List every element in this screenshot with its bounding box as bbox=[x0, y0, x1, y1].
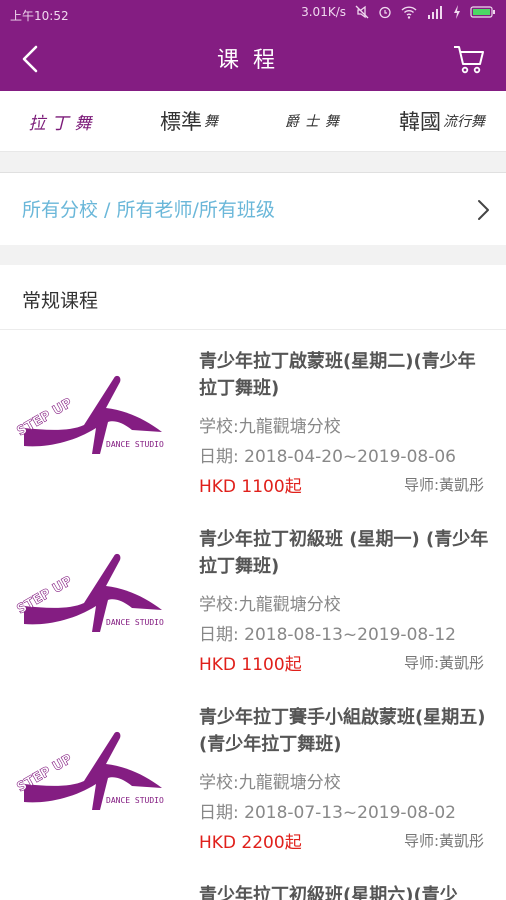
course-card[interactable]: 青少年拉丁初級班(星期六)(青少 bbox=[0, 864, 506, 900]
course-date: 日期: 2018-07-13~2019-08-02 bbox=[199, 803, 456, 823]
page-title: 课程 bbox=[216, 48, 289, 73]
divider-band bbox=[0, 245, 506, 265]
course-teacher: 导师:黃凱彤 bbox=[403, 654, 484, 672]
course-school: 学校:九龍觀塘分校 bbox=[199, 417, 341, 437]
chevron-right-icon bbox=[478, 200, 489, 220]
logo-subtitle: DANCE STUDIO bbox=[106, 440, 164, 449]
tab-kpop-label: 韓國 bbox=[399, 110, 441, 134]
course-title: 青少年拉丁賽手小組啟蒙班(星期五)(青少年拉丁舞班) bbox=[199, 707, 486, 755]
section-header: 常规课程 bbox=[0, 265, 506, 330]
course-title: 青少年拉丁初級班 (星期一) (青少年拉丁舞班) bbox=[199, 529, 489, 577]
cart-icon[interactable] bbox=[452, 42, 486, 76]
tab-standard[interactable]: 標準舞 bbox=[126, 91, 252, 151]
course-date: 日期: 2018-04-20~2019-08-06 bbox=[199, 447, 456, 467]
course-price: HKD 1100起 bbox=[199, 655, 302, 675]
wifi-icon bbox=[401, 6, 417, 19]
course-school: 学校:九龍觀塘分校 bbox=[199, 773, 341, 793]
tab-jazz[interactable]: 爵士舞 bbox=[252, 91, 378, 151]
step-up-logo: STEP UP DANCE STUDIO bbox=[14, 731, 164, 810]
step-up-logo: STEP UP DANCE STUDIO bbox=[14, 375, 164, 454]
tab-latin-label: 拉丁舞 bbox=[28, 113, 98, 134]
course-teacher: 导师:黃凱彤 bbox=[403, 832, 484, 850]
logo-subtitle: DANCE STUDIO bbox=[106, 618, 164, 627]
status-bar: 上午10:52 3.01K/s bbox=[0, 0, 506, 28]
tab-standard-label: 標準 bbox=[160, 110, 202, 134]
dance-category-tabs: 拉丁舞 標準舞 爵士舞 韓國 流行舞 bbox=[0, 91, 506, 152]
tab-kpop-suffix: 流行舞 bbox=[443, 114, 485, 130]
logo-subtitle: DANCE STUDIO bbox=[106, 796, 164, 805]
course-teacher: 导师:黃凱彤 bbox=[403, 476, 484, 494]
app-header: 上午10:52 3.01K/s 课程 bbox=[0, 0, 506, 91]
course-price: HKD 2200起 bbox=[199, 833, 302, 853]
course-school: 学校:九龍觀塘分校 bbox=[199, 595, 341, 615]
filter-text: 所有分校 / 所有老师/所有班级 bbox=[22, 199, 275, 221]
divider-band bbox=[0, 152, 506, 172]
course-card[interactable]: STEP UP DANCE STUDIO 青少年拉丁賽手小組啟蒙班(星期五)(青… bbox=[0, 686, 506, 864]
course-card[interactable]: STEP UP DANCE STUDIO 青少年拉丁啟蒙班(星期二)(青少年拉丁… bbox=[0, 330, 506, 508]
alarm-icon bbox=[379, 6, 391, 19]
network-speed: 3.01K/s bbox=[301, 5, 346, 19]
status-time: 上午10:52 bbox=[10, 9, 69, 23]
course-title: 青少年拉丁初級班(星期六)(青少 bbox=[199, 885, 458, 900]
tab-jazz-label: 爵士舞 bbox=[285, 114, 345, 130]
mute-icon bbox=[355, 5, 369, 19]
course-date: 日期: 2018-08-13~2019-08-12 bbox=[199, 625, 456, 645]
battery-icon bbox=[470, 6, 495, 18]
tab-standard-suffix: 舞 bbox=[204, 114, 218, 130]
section-title: 常规课程 bbox=[22, 290, 99, 312]
signal-icon bbox=[428, 6, 442, 19]
filter-row[interactable]: 所有分校 / 所有老师/所有班级 bbox=[0, 172, 506, 246]
course-price: HKD 1100起 bbox=[199, 477, 302, 497]
course-title: 青少年拉丁啟蒙班(星期二)(青少年拉丁舞班) bbox=[199, 351, 476, 399]
tab-latin[interactable]: 拉丁舞 bbox=[0, 91, 126, 151]
charging-icon bbox=[454, 5, 460, 19]
status-icons: 3.01K/s bbox=[301, 5, 496, 19]
tab-kpop[interactable]: 韓國 流行舞 bbox=[378, 91, 506, 151]
step-up-logo: STEP UP DANCE STUDIO bbox=[14, 553, 164, 632]
course-card[interactable]: STEP UP DANCE STUDIO 青少年拉丁初級班 (星期一) (青少年… bbox=[0, 508, 506, 686]
